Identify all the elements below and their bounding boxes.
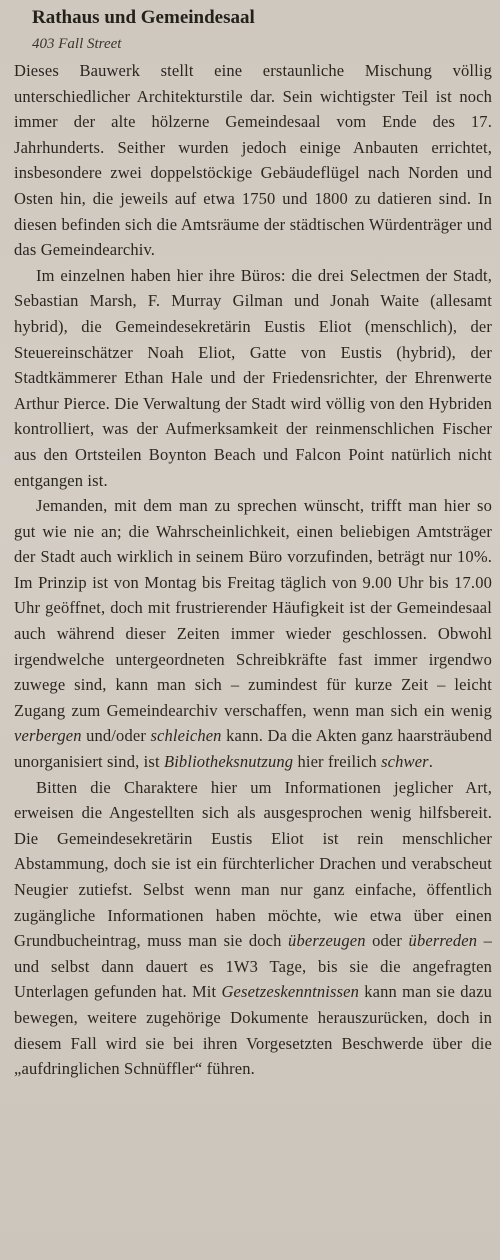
paragraph-text: hier freilich — [293, 752, 382, 772]
skill-term: überzeugen — [288, 931, 366, 951]
paragraph-text: Bitten die Charaktere hier um Informatio… — [14, 777, 492, 951]
address-subtitle: 403 Fall Street — [32, 36, 122, 52]
skill-term: überreden — [408, 931, 478, 951]
book-page: Rathaus und Gemeindesaal 403 Fall Street… — [0, 0, 500, 1260]
paragraph-text: Dieses Bauwerk stellt eine erstaunliche … — [14, 61, 492, 260]
paragraph-text: . — [428, 752, 434, 772]
paragraph-text: und/oder — [81, 726, 151, 746]
skill-term: schleichen — [150, 726, 222, 746]
skill-term: Gesetzeskenntnissen — [221, 982, 360, 1002]
paragraph-1: Dieses Bauwerk stellt eine erstaunliche … — [14, 58, 492, 263]
paragraph-3: Jemanden, mit dem man zu sprechen wünsch… — [14, 493, 492, 775]
paragraph-text: Im einzelnen haben hier ihre Büros: die … — [14, 265, 492, 490]
skill-term: Bibliotheksnutzung — [163, 752, 294, 772]
difficulty-term: schwer — [381, 752, 429, 772]
paragraph-2: Im einzelnen haben hier ihre Büros: die … — [14, 263, 492, 493]
section-title: Rathaus und Gemeindesaal — [32, 7, 255, 28]
skill-term: verbergen — [14, 726, 82, 746]
paragraph-text: oder — [365, 931, 409, 951]
paragraph-text: Jemanden, mit dem man zu sprechen wünsch… — [14, 496, 492, 720]
paragraph-4: Bitten die Charaktere hier um Informatio… — [14, 775, 492, 1082]
